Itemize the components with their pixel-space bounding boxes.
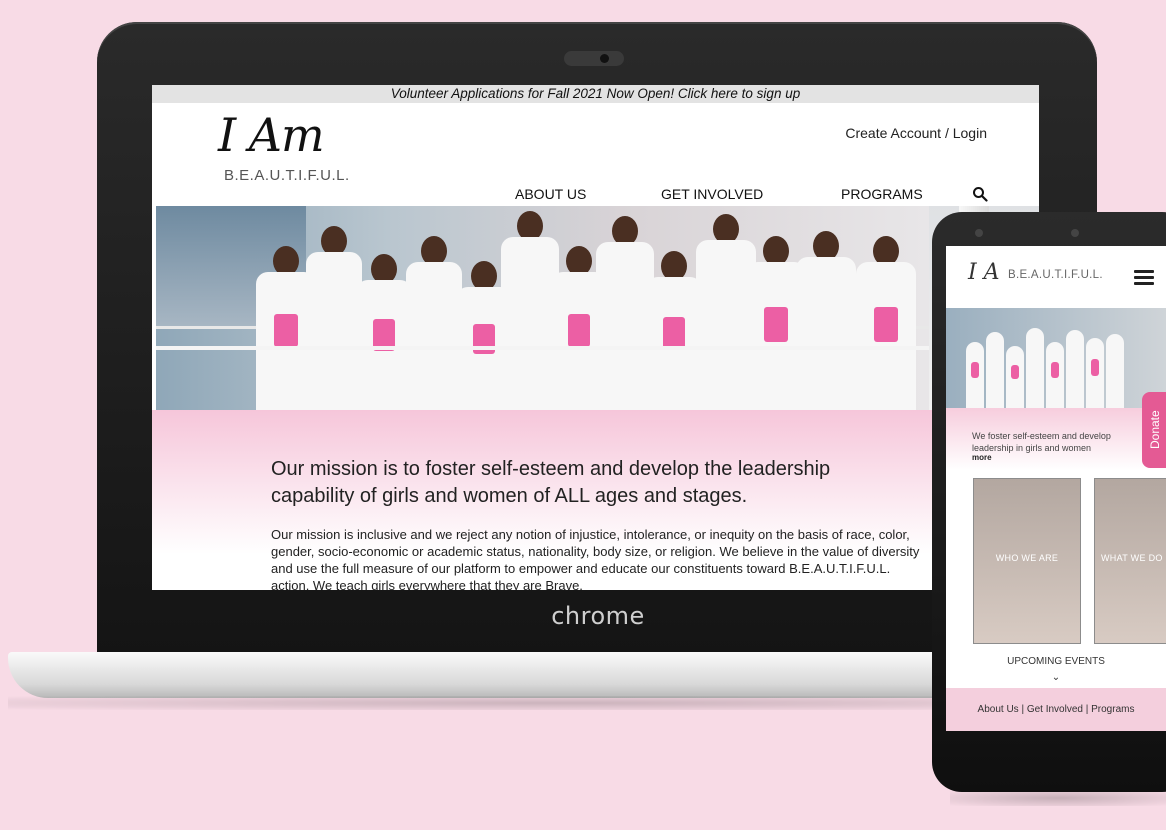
photo-person — [306, 226, 362, 410]
photo-person — [1006, 332, 1024, 408]
donate-label[interactable]: Donate — [1144, 394, 1166, 466]
create-account-login-link[interactable]: Create Account / Login — [845, 125, 987, 141]
mission-section: Our mission is to foster self-esteem and… — [152, 410, 1039, 590]
chrome-brand-label: chrome — [551, 602, 645, 630]
phone-camera — [975, 229, 983, 237]
hamburger-menu-icon[interactable] — [1134, 270, 1154, 285]
photo-person — [966, 328, 984, 408]
photo-person — [1026, 314, 1044, 408]
nav-about-us[interactable]: ABOUT US — [515, 186, 586, 202]
site-logo[interactable]: I Am B.E.A.U.T.I.F.U.L. — [218, 108, 350, 184]
mission-title: Our mission is to foster self-esteem and… — [271, 458, 831, 507]
phone-screen: I A B.E.A.U.T.I.F.U.L. We foster self-es… — [946, 246, 1166, 731]
what-we-do-card[interactable]: WHAT WE DO — [1094, 478, 1166, 644]
mobile-hero-photo — [946, 308, 1166, 408]
laptop-screen: Volunteer Applications for Fall 2021 Now… — [152, 85, 1039, 590]
site-header: I Am B.E.A.U.T.I.F.U.L. Create Account /… — [152, 103, 1039, 206]
hero-railing — [156, 346, 929, 350]
mobile-footer: About Us | Get Involved | Programs — [946, 688, 1166, 731]
webcam — [564, 51, 624, 66]
logo-script: I Am — [218, 108, 325, 162]
upcoming-events-heading[interactable]: UPCOMING EVENTS — [946, 656, 1166, 667]
card-label: WHO WE ARE — [995, 553, 1059, 563]
who-we-are-card[interactable]: WHO WE ARE — [973, 478, 1081, 644]
hero-group-photo — [156, 206, 929, 410]
photo-person — [796, 231, 856, 410]
photo-person — [406, 236, 462, 410]
photo-person — [1086, 324, 1104, 408]
photo-person — [1066, 316, 1084, 408]
mobile-logo-script[interactable]: I A — [968, 260, 1000, 285]
more-link[interactable]: more — [972, 453, 992, 462]
logo-wordmark: B.E.A.U.T.I.F.U.L. — [224, 167, 350, 184]
search-icon[interactable] — [972, 186, 988, 202]
mobile-logo-wordmark: B.E.A.U.T.I.F.U.L. — [1008, 269, 1103, 281]
mobile-tagline: We foster self-esteem and develop leader… — [972, 431, 1111, 453]
photo-person — [1106, 320, 1124, 408]
mobile-header: I A B.E.A.U.T.I.F.U.L. — [946, 246, 1166, 308]
phone-sensor — [1071, 229, 1079, 237]
card-label: WHAT WE DO — [1101, 553, 1163, 563]
photo-person — [356, 254, 412, 410]
phone-shadow — [950, 790, 1166, 806]
mission-body: Our mission is inclusive and we reject a… — [271, 527, 920, 590]
photo-person — [986, 318, 1004, 408]
nav-get-involved[interactable]: GET INVOLVED — [661, 186, 763, 202]
footer-links[interactable]: About Us | Get Involved | Programs — [946, 704, 1166, 715]
announcement-bar[interactable]: Volunteer Applications for Fall 2021 Now… — [152, 85, 1039, 103]
photo-person — [646, 251, 702, 410]
photo-person — [856, 236, 916, 410]
chevron-down-icon[interactable]: ⌄ — [1050, 672, 1062, 683]
nav-programs[interactable]: PROGRAMS — [841, 186, 923, 202]
photo-person — [1046, 328, 1064, 408]
